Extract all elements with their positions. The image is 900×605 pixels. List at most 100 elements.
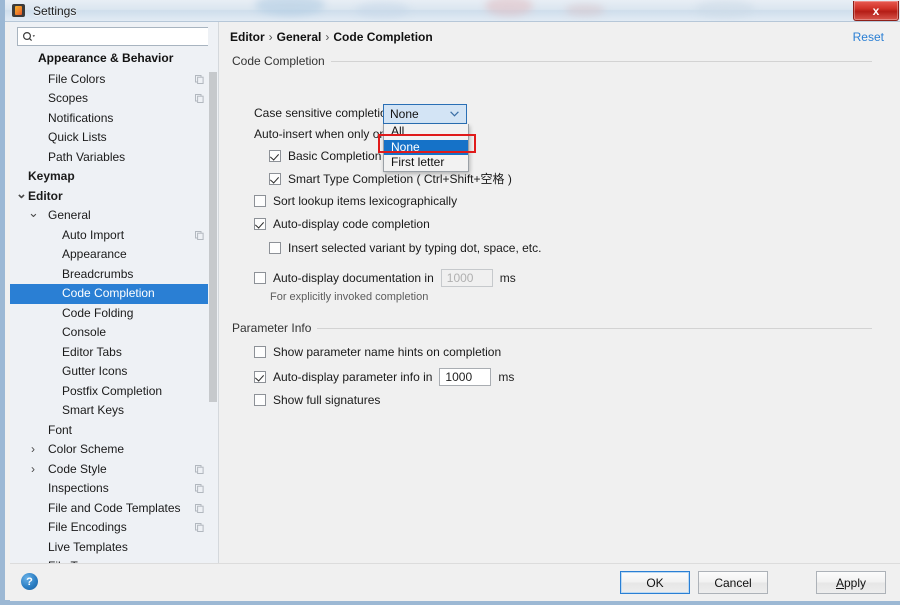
code-completion-section-header: Code Completion: [232, 53, 872, 69]
sidebar-item-font[interactable]: Font: [10, 421, 218, 441]
chevron-down-icon[interactable]: ⌄: [28, 206, 39, 220]
sidebar-item-console[interactable]: Console: [10, 323, 218, 343]
desktop-blur-artifact: [565, 4, 605, 16]
copy-settings-icon[interactable]: [195, 523, 204, 532]
sidebar-item-file-and-code-templates[interactable]: File and Code Templates: [10, 499, 218, 519]
case-sensitive-completion-combobox[interactable]: None: [383, 104, 467, 124]
sidebar-item-label: Smart Keys: [62, 403, 125, 417]
sidebar-item-label: Gutter Icons: [62, 364, 128, 378]
case-sensitive-completion-dropdown[interactable]: All None First letter: [383, 124, 469, 172]
tree-scrollbar[interactable]: [208, 22, 218, 563]
help-icon[interactable]: ?: [21, 573, 38, 590]
copy-settings-icon[interactable]: [195, 94, 204, 103]
dropdown-option-first-letter[interactable]: First letter: [384, 155, 468, 171]
sidebar-item-breadcrumbs[interactable]: Breadcrumbs: [10, 265, 218, 285]
sidebar-item-label: Editor: [28, 188, 63, 203]
dropdown-option-none[interactable]: None: [384, 139, 468, 155]
cancel-button[interactable]: Cancel: [698, 571, 768, 594]
auto-display-parameter-info-delay-input[interactable]: [439, 368, 492, 386]
sidebar-item-label: Appearance: [62, 247, 127, 261]
breadcrumb-separator: ›: [325, 30, 330, 44]
apply-button-accelerator: A: [835, 575, 844, 590]
auto-display-documentation-delay-input[interactable]: [440, 269, 493, 287]
sidebar-item-gutter-icons[interactable]: Gutter Icons: [10, 362, 218, 382]
copy-settings-icon[interactable]: [195, 464, 204, 474]
smart-type-completion-checkbox[interactable]: [269, 172, 281, 185]
basic-completion-checkbox[interactable]: [269, 149, 281, 162]
auto-display-parameter-info-row[interactable]: Auto-display parameter info in ms: [254, 368, 514, 386]
sidebar-item-editor[interactable]: ⌄ Editor: [10, 186, 218, 207]
show-parameter-hints-row[interactable]: Show parameter name hints on completion: [254, 345, 501, 359]
sidebar-item-code-completion[interactable]: Code Completion: [10, 284, 218, 304]
auto-display-documentation-row[interactable]: Auto-display documentation in ms: [254, 269, 516, 287]
sidebar-item-color-scheme[interactable]: › Color Scheme: [10, 440, 218, 460]
sidebar-item-code-folding[interactable]: Code Folding: [10, 304, 218, 324]
sidebar-item-inspections[interactable]: Inspections: [10, 479, 218, 499]
ok-button[interactable]: OK: [620, 571, 690, 594]
breadcrumb-item-editor[interactable]: Editor: [230, 30, 265, 44]
dialog-body: Appearance & Behavior File Colors Scopes No…: [10, 22, 900, 563]
close-button[interactable]: x: [853, 1, 899, 21]
copy-settings-icon[interactable]: [195, 74, 204, 84]
search-input[interactable]: [17, 27, 213, 46]
sidebar-item-keymap[interactable]: Keymap: [10, 167, 218, 187]
apply-button[interactable]: Apply: [816, 571, 886, 594]
sidebar-item-smart-keys[interactable]: Smart Keys: [10, 401, 218, 421]
sidebar-item-appearance[interactable]: Appearance: [10, 245, 218, 265]
sidebar-item-editor-tabs[interactable]: Editor Tabs: [10, 343, 218, 363]
settings-tree[interactable]: Appearance & Behavior File Colors Scopes No…: [10, 50, 218, 563]
smart-type-completion-label: Smart Type Completion ( Ctrl+Shift+空格 ): [288, 172, 512, 186]
sidebar-item-notifications[interactable]: Notifications: [10, 109, 218, 129]
sort-lookup-label: Sort lookup items lexicographically: [273, 194, 458, 208]
search-box[interactable]: [17, 27, 213, 46]
insert-selected-variant-row[interactable]: Insert selected variant by typing dot, s…: [269, 241, 541, 255]
sidebar-item-file-colors[interactable]: File Colors: [10, 70, 218, 90]
insert-selected-variant-checkbox[interactable]: [269, 242, 281, 254]
sidebar-item-postfix-completion[interactable]: Postfix Completion: [10, 382, 218, 402]
auto-display-documentation-hint: For explicitly invoked completion: [270, 291, 429, 303]
auto-display-code-completion-checkbox[interactable]: [254, 218, 266, 230]
sidebar-item-label: Code Completion: [62, 286, 155, 300]
chevron-right-icon[interactable]: ›: [28, 460, 38, 480]
smart-type-completion-row[interactable]: Smart Type Completion ( Ctrl+Shift+空格 ): [269, 170, 512, 187]
sidebar-item-path-variables[interactable]: Path Variables: [10, 148, 218, 168]
desktop-blur-artifact: [485, 0, 533, 16]
chevron-right-icon[interactable]: ›: [28, 440, 38, 460]
sidebar-item-label: Auto Import: [62, 227, 125, 242]
sidebar-item-label: General: [48, 208, 91, 222]
auto-display-parameter-info-checkbox[interactable]: [254, 371, 266, 383]
reset-link[interactable]: Reset: [853, 30, 884, 44]
sidebar-item-auto-import[interactable]: Auto Import: [10, 226, 218, 246]
show-parameter-hints-label: Show parameter name hints on completion: [273, 345, 502, 359]
parameter-info-section-header: Parameter Info: [232, 320, 872, 336]
sidebar-item-scopes[interactable]: Scopes: [10, 89, 218, 109]
sidebar-item-code-style[interactable]: › Code Style: [10, 460, 218, 480]
sidebar-item-live-templates[interactable]: Live Templates: [10, 538, 218, 558]
desktop-blur-artifact: [255, 0, 325, 16]
breadcrumb-item-general[interactable]: General: [277, 30, 322, 44]
sidebar-item-general[interactable]: ⌄ General: [10, 206, 218, 226]
show-parameter-hints-checkbox[interactable]: [254, 346, 266, 358]
apply-button-label-rest: pply: [844, 575, 867, 590]
auto-display-code-completion-row[interactable]: Auto-display code completion: [254, 217, 430, 231]
copy-settings-icon[interactable]: [195, 230, 204, 240]
copy-settings-icon[interactable]: [195, 484, 204, 493]
sidebar-item-file-encodings[interactable]: File Encodings: [10, 518, 218, 538]
detail-scrollbar[interactable]: [892, 48, 900, 563]
dropdown-option-all[interactable]: All: [384, 124, 468, 140]
auto-insert-label-row: Auto-insert when only one: [254, 127, 393, 141]
copy-settings-icon[interactable]: [195, 503, 204, 513]
chevron-down-icon[interactable]: ⌄: [16, 186, 27, 201]
sort-lookup-checkbox[interactable]: [254, 195, 266, 207]
sidebar-item-label: File Encodings: [48, 520, 127, 534]
breadcrumb-separator: ›: [268, 30, 273, 44]
sort-lookup-row[interactable]: Sort lookup items lexicographically: [254, 194, 457, 208]
show-full-signatures-row[interactable]: Show full signatures: [254, 393, 380, 407]
sidebar-item-quick-lists[interactable]: Quick Lists: [10, 128, 218, 148]
show-full-signatures-checkbox[interactable]: [254, 394, 266, 406]
tree-scrollbar-thumb[interactable]: [209, 72, 217, 402]
sidebar-item-label: Quick Lists: [48, 130, 107, 144]
section-title-label: Code Completion: [232, 54, 325, 68]
auto-display-documentation-checkbox[interactable]: [254, 272, 266, 284]
dialog-footer: ? OK Cancel Apply: [10, 563, 900, 601]
